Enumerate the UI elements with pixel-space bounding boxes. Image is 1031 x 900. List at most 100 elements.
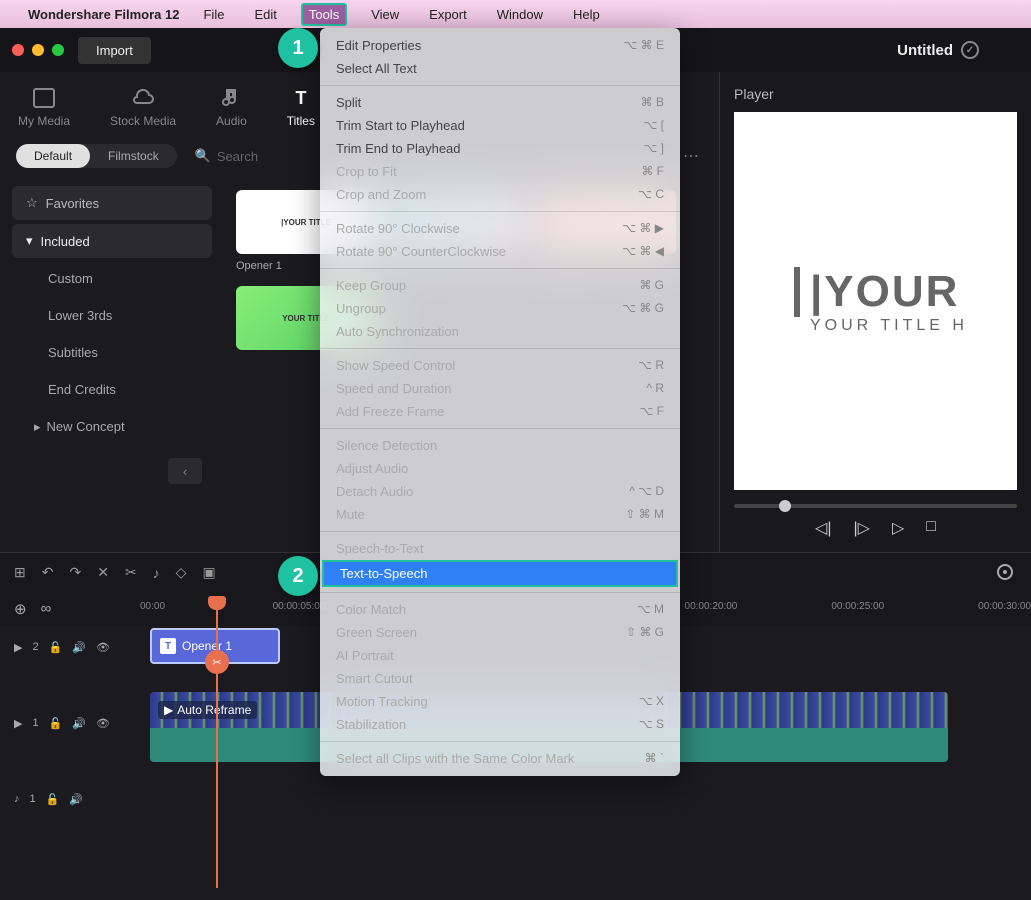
mute-icon[interactable]: 🔊 xyxy=(72,717,86,730)
music-icon xyxy=(219,86,243,110)
sidebar-new-concept[interactable]: ▸New Concept xyxy=(12,410,212,444)
more-icon[interactable]: ⋯ xyxy=(679,142,703,170)
step-back-icon[interactable]: |▷ xyxy=(854,518,870,538)
menu-item-trim-start-to-playhead[interactable]: Trim Start to Playhead⌥ [ xyxy=(320,114,680,137)
menu-separator xyxy=(320,211,680,212)
menu-export[interactable]: Export xyxy=(423,5,473,24)
tab-audio[interactable]: Audio xyxy=(210,82,253,132)
mute-icon[interactable]: 🔊 xyxy=(69,793,83,806)
tab-titles[interactable]: T Titles xyxy=(281,82,321,132)
collapse-sidebar-button[interactable]: ‹ xyxy=(168,458,202,484)
gear-icon[interactable] xyxy=(995,562,1017,584)
menu-item-ungroup: Ungroup⌥ ⌘ G xyxy=(320,297,680,320)
save-status-icon[interactable]: ✓ xyxy=(961,41,979,59)
menu-file[interactable]: File xyxy=(197,5,230,24)
tag-icon[interactable]: ◇ xyxy=(176,564,187,581)
sidebar-custom[interactable]: Custom xyxy=(12,262,212,295)
titles-icon: T xyxy=(289,86,313,110)
menu-item-crop-and-zoom: Crop and Zoom⌥ C xyxy=(320,183,680,206)
import-button[interactable]: Import xyxy=(78,37,151,64)
project-title[interactable]: Untitled xyxy=(897,42,953,59)
menu-item-text-to-speech[interactable]: Text-to-Speech xyxy=(322,560,678,587)
menu-separator xyxy=(320,268,680,269)
tab-stock-media[interactable]: Stock Media xyxy=(104,82,182,132)
track-control-row: ▶ 2 🔓 🔊 👁 xyxy=(14,620,144,674)
category-sidebar: ☆ Favorites ▾ Included Custom Lower 3rds… xyxy=(0,180,224,552)
menu-window[interactable]: Window xyxy=(491,5,549,24)
star-icon: ☆ xyxy=(26,195,38,211)
player-canvas[interactable]: |YOUR YOUR TITLE H xyxy=(734,112,1017,490)
play-icon[interactable]: ▷ xyxy=(892,518,904,538)
minimize-window-icon[interactable] xyxy=(32,44,44,56)
pill-filmstock[interactable]: Filmstock xyxy=(90,144,177,168)
video-track-icon: ▶ xyxy=(14,641,22,654)
pill-default[interactable]: Default xyxy=(16,144,90,168)
sidebar-subtitles[interactable]: Subtitles xyxy=(12,336,212,369)
menu-edit[interactable]: Edit xyxy=(248,5,282,24)
tab-my-media[interactable]: My Media xyxy=(12,82,76,132)
app-name: Wondershare Filmora 12 xyxy=(28,7,179,22)
menu-item-speed-and-duration: Speed and Duration^ R xyxy=(320,377,680,400)
audio-track-icon: ♪ xyxy=(14,793,20,805)
visibility-icon[interactable]: 👁 xyxy=(96,641,110,654)
menu-separator xyxy=(320,741,680,742)
menu-item-speech-to-text: Speech-to-Text xyxy=(320,537,680,560)
menu-item-add-freeze-frame: Add Freeze Frame⌥ F xyxy=(320,400,680,423)
traffic-lights xyxy=(12,44,64,56)
menu-item-mute: Mute⇧ ⌘ M xyxy=(320,503,680,526)
lock-icon[interactable]: 🔓 xyxy=(49,641,63,654)
playhead[interactable]: ✂ xyxy=(216,598,218,888)
cut-icon[interactable]: ✂ xyxy=(125,564,137,581)
menu-item-rotate-90-counterclockwise: Rotate 90° CounterClockwise⌥ ⌘ ◀ xyxy=(320,240,680,263)
progress-knob[interactable] xyxy=(779,500,791,512)
project-title-area: Untitled ✓ xyxy=(897,41,979,59)
maximize-window-icon[interactable] xyxy=(52,44,64,56)
music-tool-icon[interactable]: ♪ xyxy=(153,565,160,581)
delete-icon[interactable]: ✕ xyxy=(97,564,109,581)
menu-item-rotate-90-clockwise: Rotate 90° Clockwise⌥ ⌘ ▶ xyxy=(320,217,680,240)
prev-frame-icon[interactable]: ◁| xyxy=(815,518,831,538)
menu-item-silence-detection: Silence Detection xyxy=(320,434,680,457)
sidebar-included[interactable]: ▾ Included xyxy=(12,224,212,258)
layout-icon[interactable]: ⊞ xyxy=(14,564,26,581)
menu-item-trim-end-to-playhead[interactable]: Trim End to Playhead⌥ ] xyxy=(320,137,680,160)
pill-group: Default Filmstock xyxy=(16,144,177,168)
track-control-row: ▶ 1 🔓 🔊 👁 xyxy=(14,696,144,750)
menu-view[interactable]: View xyxy=(365,5,405,24)
menu-item-show-speed-control: Show Speed Control⌥ R xyxy=(320,354,680,377)
search-placeholder: Search xyxy=(217,149,258,164)
redo-icon[interactable]: ↷ xyxy=(69,564,81,581)
lock-icon[interactable]: 🔓 xyxy=(46,793,60,806)
preview-big-text: |YOUR xyxy=(794,267,959,317)
playhead-handle[interactable] xyxy=(208,596,226,610)
menu-item-smart-cutout: Smart Cutout xyxy=(320,667,680,690)
crop-tool-icon[interactable]: ▣ xyxy=(202,564,215,581)
scissors-icon[interactable]: ✂ xyxy=(205,650,229,674)
menu-tools[interactable]: Tools xyxy=(301,3,347,26)
media-icon xyxy=(32,86,56,110)
undo-icon[interactable]: ↶ xyxy=(42,564,54,581)
lock-icon[interactable]: 🔓 xyxy=(49,717,63,730)
tools-dropdown: Edit Properties⌥ ⌘ ESelect All Text Split… xyxy=(320,28,680,776)
menu-item-edit-properties[interactable]: Edit Properties⌥ ⌘ E xyxy=(320,34,680,57)
title-clip-icon: T xyxy=(160,638,176,654)
player-panel: Player |YOUR YOUR TITLE H ◁| |▷ ▷ □ xyxy=(720,72,1031,552)
chevron-right-icon: ▸ xyxy=(34,419,41,434)
sidebar-favorites[interactable]: ☆ Favorites xyxy=(12,186,212,220)
step-badge-2: 2 xyxy=(278,556,318,596)
menu-item-ai-portrait: AI Portrait xyxy=(320,644,680,667)
player-progress[interactable] xyxy=(734,504,1017,508)
sidebar-lower-3rds[interactable]: Lower 3rds xyxy=(12,299,212,332)
visibility-icon[interactable]: 👁 xyxy=(96,717,110,730)
menu-help[interactable]: Help xyxy=(567,5,606,24)
menu-item-select-all-text[interactable]: Select All Text xyxy=(320,57,680,80)
menu-item-select-all-clips-with-the-same-color-mark: Select all Clips with the Same Color Mar… xyxy=(320,747,680,770)
player-label: Player xyxy=(734,86,1017,102)
menu-item-keep-group: Keep Group⌘ G xyxy=(320,274,680,297)
mute-icon[interactable]: 🔊 xyxy=(72,641,86,654)
menu-item-split[interactable]: Split⌘ B xyxy=(320,91,680,114)
sidebar-end-credits[interactable]: End Credits xyxy=(12,373,212,406)
menu-separator xyxy=(320,428,680,429)
close-window-icon[interactable] xyxy=(12,44,24,56)
stop-icon[interactable]: □ xyxy=(926,518,936,538)
